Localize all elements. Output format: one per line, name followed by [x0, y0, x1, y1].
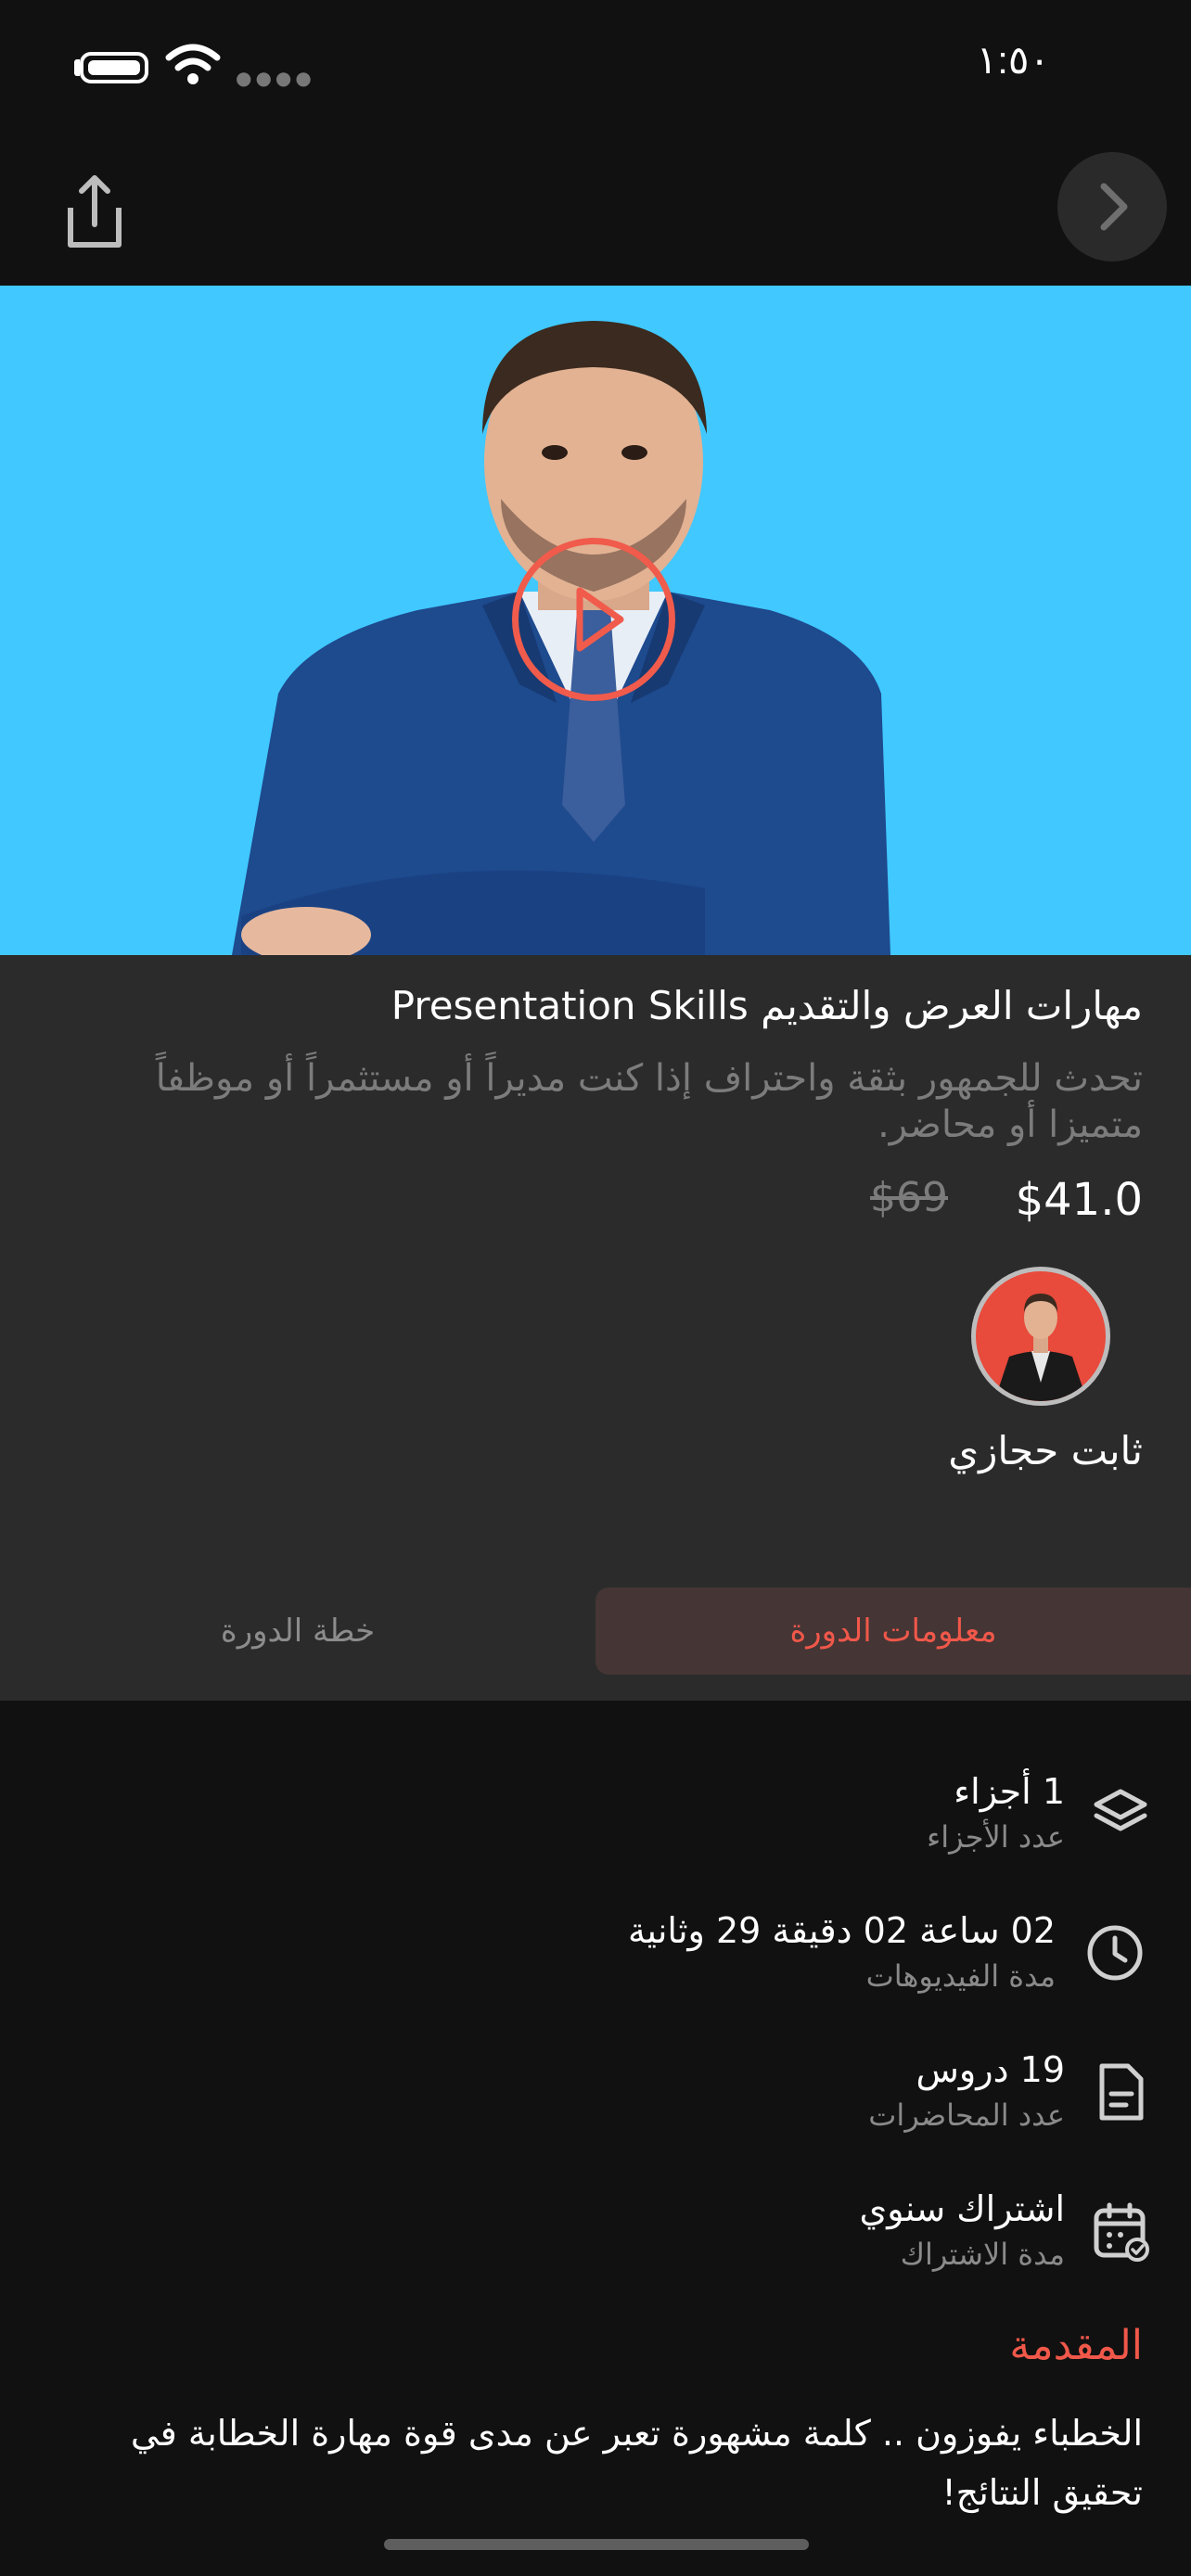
home-indicator[interactable]	[384, 2539, 809, 2550]
subscription-duration: اشتراك سنوي	[859, 2188, 1065, 2229]
clock-icon	[1087, 1925, 1143, 1981]
course-info-card: مهارات العرض والتقديم Presentation Skill…	[0, 955, 1191, 1554]
play-icon	[576, 587, 624, 652]
video-duration-label: مدة الفيديوهات	[865, 1958, 1056, 1994]
avatar-image	[994, 1294, 1087, 1401]
intro-heading: المقدمة	[1009, 2322, 1143, 2369]
course-tabs: معلومات الدورة خطة الدورة	[0, 1554, 1191, 1701]
video-duration: 02 ساعة 02 دقيقة 29 وثانية	[627, 1910, 1056, 1951]
status-bar: ●●●● ١:٥٠	[0, 0, 1191, 139]
parts-count: 1 أجزاء	[954, 1771, 1065, 1812]
share-icon[interactable]	[58, 171, 132, 254]
course-video-preview[interactable]	[0, 286, 1191, 955]
layers-icon	[1094, 1789, 1147, 1831]
instructor-avatar[interactable]	[971, 1267, 1110, 1406]
course-price: $41.0	[1015, 1174, 1143, 1226]
document-icon	[1099, 2063, 1144, 2121]
tab-course-info[interactable]: معلومات الدورة	[596, 1588, 1191, 1675]
wifi-icon	[165, 44, 221, 84]
lectures-count: 19 دروس	[916, 2049, 1065, 2090]
chevron-right-icon	[1100, 183, 1128, 231]
battery-icon	[80, 52, 148, 83]
tab-course-plan[interactable]: خطة الدورة	[0, 1588, 596, 1675]
top-navigation	[0, 139, 1191, 286]
instructor-name[interactable]: ثابت حجازي	[948, 1428, 1143, 1473]
course-description: تحدث للجمهور بثقة واحتراف إذا كنت مديراً…	[155, 1057, 1143, 1146]
lectures-count-label: عدد المحاضرات	[868, 2098, 1065, 2133]
intro-text: الخطباء يفوزون .. كلمة مشهورة تعبر عن مد…	[130, 2413, 1143, 2513]
status-time: ١:٥٠	[976, 38, 1050, 82]
play-button[interactable]	[512, 538, 675, 701]
next-button[interactable]	[1057, 152, 1167, 261]
parts-count-label: عدد الأجزاء	[927, 1819, 1065, 1855]
course-old-price: $69	[870, 1174, 948, 1221]
signal-icon: ●●●●	[236, 67, 315, 89]
subscription-duration-label: مدة الاشتراك	[900, 2237, 1065, 2272]
calendar-icon	[1094, 2202, 1149, 2262]
course-title: مهارات العرض والتقديم Presentation Skill…	[391, 983, 1143, 1028]
